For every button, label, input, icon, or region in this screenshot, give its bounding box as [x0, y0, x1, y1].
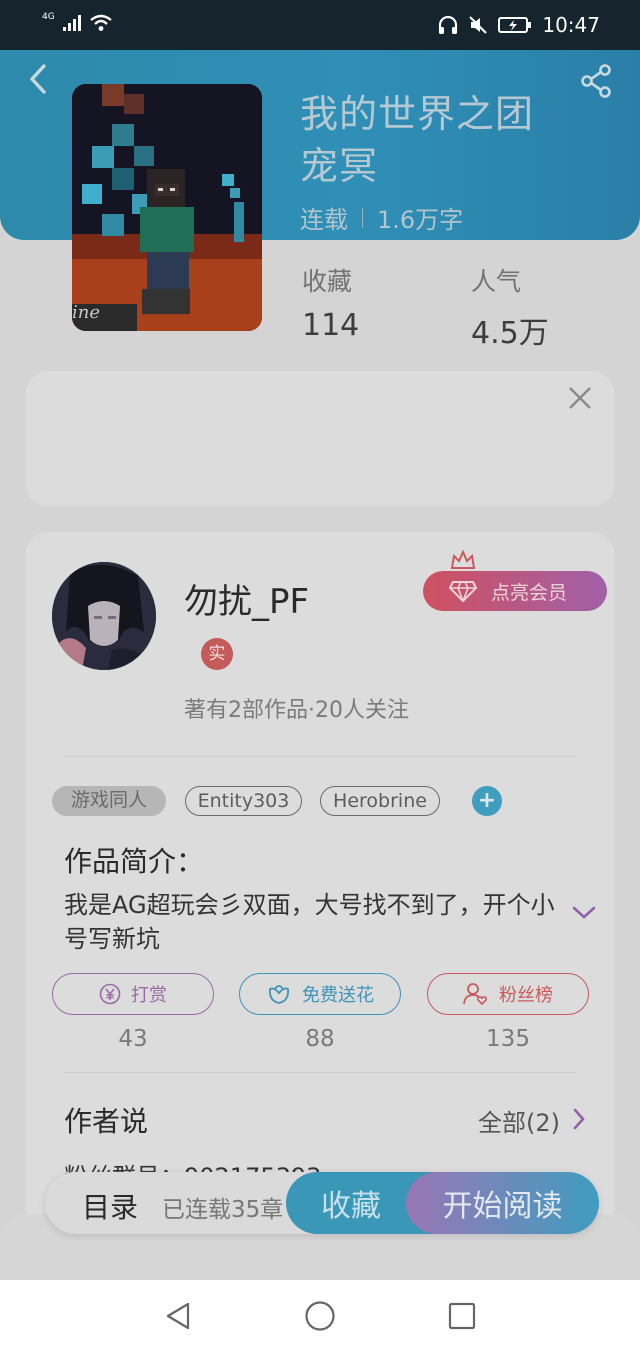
toc-button[interactable]: 目录	[82, 1186, 138, 1226]
close-icon[interactable]	[566, 384, 594, 412]
status-right: 10:47	[438, 13, 600, 37]
signal-icon	[62, 15, 81, 31]
clock: 10:47	[542, 13, 600, 37]
book-status: 连载	[300, 206, 348, 234]
fan-ranking-label: 粉丝榜	[499, 985, 553, 1006]
author-name[interactable]: 勿扰_PF	[184, 574, 309, 623]
yuan-icon	[99, 983, 121, 1005]
favorites-value: 114	[302, 308, 360, 343]
start-reading-label: 开始阅读	[442, 1189, 563, 1224]
nav-home-icon[interactable]	[304, 1300, 336, 1332]
author-divider	[64, 756, 576, 757]
send-flower-button[interactable]: 免费送花	[239, 973, 401, 1015]
fan-icon	[463, 983, 488, 1006]
avatar-art	[52, 562, 156, 670]
popularity-label: 人气	[471, 267, 522, 296]
battery-icon	[498, 17, 532, 33]
view-all-link[interactable]: 全部(2)	[478, 1103, 560, 1138]
diamond-icon	[449, 581, 477, 602]
crown-icon	[450, 550, 476, 569]
word-count: 1.6万字	[377, 206, 464, 234]
vip-button[interactable]: 点亮会员	[423, 571, 607, 611]
intro-heading: 作品简介：	[64, 845, 205, 878]
tag-item[interactable]: 游戏同人	[52, 786, 166, 816]
favorites-label: 收藏	[302, 267, 353, 296]
nav-recent-icon[interactable]	[448, 1302, 476, 1330]
flower-count: 88	[305, 1026, 335, 1052]
fan-count: 135	[486, 1026, 530, 1052]
book-meta: 连载 1.6万字	[300, 200, 463, 235]
fan-ranking-button[interactable]: 粉丝榜	[427, 973, 589, 1015]
book-title-line2: 宠冥	[300, 144, 379, 188]
reward-label: 打赏	[131, 985, 167, 1006]
ad-card	[26, 371, 614, 506]
headphones-icon	[439, 16, 458, 34]
wifi-icon	[89, 14, 112, 31]
book-cover[interactable]	[72, 84, 262, 331]
intro-text: 我是AG超玩会彡双面，大号找不到了，开个小号写新坑	[64, 891, 555, 953]
chevron-right-icon[interactable]	[572, 1107, 586, 1131]
mute-icon	[469, 16, 488, 34]
status-left: 4G	[42, 11, 113, 32]
collect-label: 收藏	[321, 1189, 381, 1224]
back-icon[interactable]	[26, 62, 50, 96]
book-title: 我的世界之团 宠冥	[300, 88, 620, 192]
author-says-heading: 作者说	[64, 1105, 149, 1138]
author-avatar[interactable]	[52, 562, 156, 670]
send-flower-label: 免费送花	[302, 985, 374, 1006]
tag-item[interactable]: Entity303	[185, 786, 302, 816]
network-type: 4G	[42, 11, 55, 22]
chapter-progress: 已连载35章	[162, 1197, 284, 1223]
add-tag-icon[interactable]: +	[472, 786, 502, 816]
popularity-value: 4.5万	[471, 316, 549, 351]
actions-divider	[64, 1072, 576, 1073]
reward-count: 43	[118, 1026, 148, 1052]
status-bar: 4G 10:47	[0, 0, 640, 50]
book-title-line1: 我的世界之团	[300, 92, 535, 136]
vip-button-label: 点亮会员	[491, 581, 568, 604]
author-summary: 著有2部作品·20人关注	[184, 698, 409, 723]
start-reading-button[interactable]: 开始阅读	[406, 1172, 599, 1234]
verified-badge: 实	[201, 638, 233, 670]
tag-item[interactable]: Herobrine	[320, 786, 440, 816]
meta-divider	[362, 207, 363, 228]
nav-back-icon[interactable]	[164, 1301, 192, 1331]
flower-icon	[269, 985, 289, 1004]
cover-signature: ine	[72, 302, 101, 323]
cover-art	[72, 84, 262, 331]
chevron-down-icon[interactable]	[571, 905, 597, 921]
reward-button[interactable]: 打赏	[52, 973, 214, 1015]
